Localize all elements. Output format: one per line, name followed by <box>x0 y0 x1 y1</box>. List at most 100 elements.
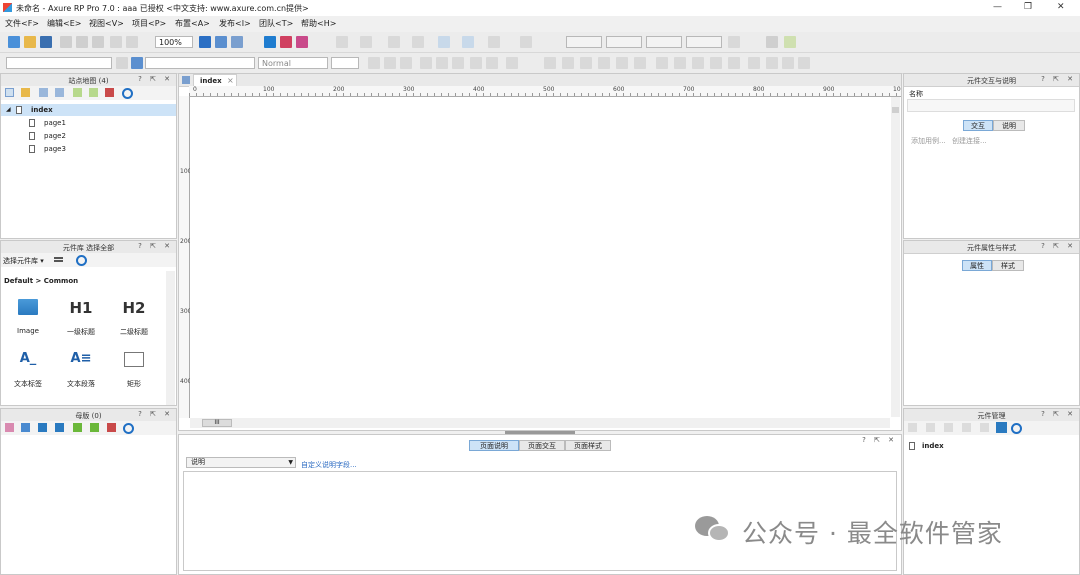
new-file-icon[interactable] <box>8 36 20 48</box>
zoom-select[interactable]: 100% <box>155 36 193 48</box>
panel-controls[interactable]: ? ⇱ ✕ <box>862 436 897 444</box>
font-family-select[interactable] <box>145 57 255 69</box>
delete-master-icon[interactable] <box>107 423 116 432</box>
group-icon[interactable] <box>336 36 348 48</box>
delete-icon[interactable] <box>980 423 989 432</box>
copy-icon[interactable] <box>76 36 88 48</box>
preview-icon[interactable] <box>264 36 276 48</box>
panel-controls[interactable]: ? ⇱ ✕ <box>138 410 173 418</box>
align-right-edge-icon[interactable] <box>692 57 704 69</box>
search-icon[interactable] <box>1011 423 1022 434</box>
format-paint-icon[interactable] <box>131 57 143 69</box>
align-left-icon[interactable] <box>420 57 432 69</box>
delete-page-icon[interactable] <box>105 88 114 97</box>
minimize-button[interactable]: — <box>993 2 1002 12</box>
menu-file[interactable]: 文件<F> <box>5 18 39 29</box>
add-state-icon[interactable] <box>908 423 917 432</box>
outdent-icon[interactable] <box>90 423 99 432</box>
x-position-field[interactable] <box>566 36 602 48</box>
sitemap-item-page3[interactable]: page3 <box>44 145 66 153</box>
open-folder-icon[interactable] <box>24 36 36 48</box>
underline-icon[interactable] <box>400 57 412 69</box>
align-left-edge-icon[interactable] <box>656 57 668 69</box>
align-center-edge-icon[interactable] <box>674 57 686 69</box>
undo-icon[interactable] <box>110 36 122 48</box>
indent-icon[interactable] <box>73 88 82 97</box>
paste-icon[interactable] <box>92 36 104 48</box>
page-properties-icon[interactable] <box>766 36 778 48</box>
align-top-icon[interactable] <box>598 57 610 69</box>
ungroup-widgets-icon[interactable] <box>766 57 778 69</box>
menu-help[interactable]: 帮助<H> <box>301 18 336 29</box>
sitemap-item-page2[interactable]: page2 <box>44 132 66 140</box>
tab-properties[interactable]: 属性 <box>962 260 992 271</box>
bring-front-icon[interactable] <box>562 57 574 69</box>
search-icon[interactable] <box>76 255 87 266</box>
distribute-h-icon[interactable] <box>710 57 722 69</box>
panel-controls[interactable]: ? ⇱ ✕ <box>1041 410 1076 418</box>
move-up-icon[interactable] <box>38 423 47 432</box>
line-style-icon[interactable] <box>360 36 372 48</box>
design-canvas[interactable] <box>190 97 890 417</box>
menu-publish[interactable]: 发布<I> <box>219 18 251 29</box>
tab-style[interactable]: 样式 <box>992 260 1024 271</box>
vertical-scrollbar[interactable] <box>891 97 900 417</box>
panel-controls[interactable]: ? ⇱ ✕ <box>138 75 173 83</box>
menu-view[interactable]: 视图<V> <box>89 18 124 29</box>
sitemap-item-index[interactable]: index <box>31 106 53 114</box>
align-bottom-icon[interactable] <box>634 57 646 69</box>
distribute-v-icon[interactable] <box>728 57 740 69</box>
group-widgets-icon[interactable] <box>748 57 760 69</box>
maximize-button[interactable]: ❐ <box>1024 2 1032 12</box>
save-icon[interactable] <box>40 36 52 48</box>
custom-fields-link[interactable]: 自定义说明字段... <box>301 460 357 470</box>
scroll-thumb[interactable] <box>892 107 899 113</box>
shadow-icon[interactable] <box>462 36 474 48</box>
search-icon[interactable] <box>123 423 134 434</box>
unlock-icon[interactable] <box>798 57 810 69</box>
panel-controls[interactable]: ? ⇱ ✕ <box>138 242 173 250</box>
cut-icon[interactable] <box>60 36 72 48</box>
close-button[interactable]: ✕ <box>1057 2 1065 12</box>
tab-interactions[interactable]: 交互 <box>963 120 993 131</box>
outdent-icon[interactable] <box>89 88 98 97</box>
sitemap-selected-row[interactable] <box>1 104 176 116</box>
font-weight-select[interactable]: Normal <box>258 57 328 69</box>
align-middle-icon[interactable] <box>616 57 628 69</box>
redo-icon[interactable] <box>126 36 138 48</box>
style-edit-icon[interactable] <box>116 57 128 69</box>
align-center-icon[interactable] <box>436 57 448 69</box>
add-case-link[interactable]: 添加用例... <box>911 136 946 146</box>
border-icon[interactable] <box>388 36 400 48</box>
width-field[interactable] <box>646 36 682 48</box>
fill-color-icon[interactable] <box>438 36 450 48</box>
add-folder-icon[interactable] <box>21 423 30 432</box>
y-position-field[interactable] <box>606 36 642 48</box>
horizontal-scrollbar[interactable]: III <box>190 418 890 428</box>
tab-page-style[interactable]: 页面样式 <box>565 440 611 451</box>
font-size-select[interactable] <box>331 57 359 69</box>
italic-icon[interactable] <box>384 57 396 69</box>
share-icon[interactable] <box>280 36 292 48</box>
menu-arrange[interactable]: 布置<A> <box>175 18 210 29</box>
manager-item-index[interactable]: index <box>922 442 944 450</box>
menu-edit[interactable]: 编辑<E> <box>47 18 81 29</box>
add-folder-icon[interactable] <box>21 88 30 97</box>
menu-team[interactable]: 团队<T> <box>259 18 293 29</box>
indent-icon[interactable] <box>73 423 82 432</box>
add-master-icon[interactable] <box>5 423 14 432</box>
widget-library-scrollbar[interactable] <box>166 271 175 405</box>
tab-close-icon[interactable]: × <box>227 76 234 85</box>
scroll-thumb[interactable]: III <box>202 419 232 427</box>
send-back-icon[interactable] <box>580 57 592 69</box>
menu-icon[interactable] <box>54 257 63 262</box>
align-right-icon[interactable] <box>452 57 464 69</box>
sitemap-item-page1[interactable]: page1 <box>44 119 66 127</box>
height-field[interactable] <box>686 36 722 48</box>
distribute-icon[interactable] <box>544 57 556 69</box>
notes-select[interactable]: 说明 ▼ <box>186 457 296 468</box>
menu-project[interactable]: 项目<P> <box>132 18 166 29</box>
panel-controls[interactable]: ? ⇱ ✕ <box>1041 75 1076 83</box>
move-up-icon[interactable] <box>39 88 48 97</box>
move-up-icon[interactable] <box>944 423 953 432</box>
